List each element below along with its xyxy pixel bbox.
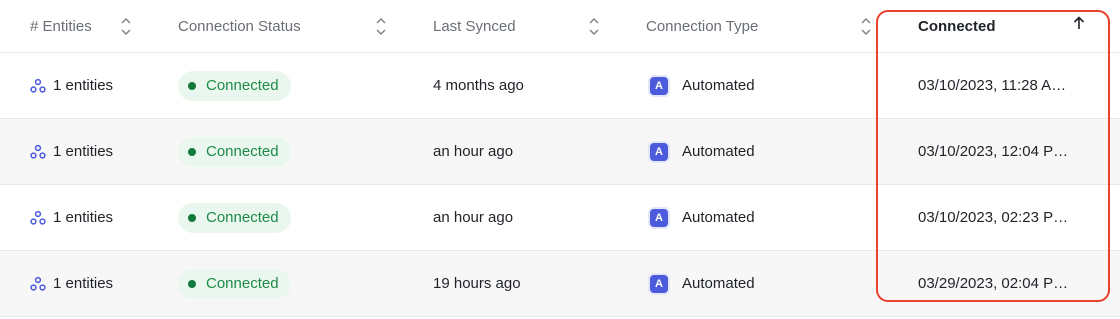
automated-type-icon: A xyxy=(650,142,668,161)
status-badge: Connected xyxy=(178,70,291,101)
column-header-type[interactable]: Connection Type xyxy=(646,0,758,52)
connected-cell: 03/10/2023, 12:04 P… xyxy=(918,119,1083,184)
last-synced-value: an hour ago xyxy=(433,209,514,226)
entities-cell[interactable]: 1 entities xyxy=(30,119,113,184)
connected-date: 03/29/2023, 02:04 P… xyxy=(918,275,1069,292)
type-cell: A Automated xyxy=(650,251,755,316)
type-cell: A Automated xyxy=(650,185,755,250)
connected-cell: 03/10/2023, 02:23 P… xyxy=(918,185,1083,250)
status-badge: Connected xyxy=(178,268,291,299)
last-synced-value: an hour ago xyxy=(433,143,514,160)
table-body: 1 entities Connected 4 months ago A Auto… xyxy=(0,53,1120,317)
connected-date: 03/10/2023, 11:28 A… xyxy=(918,77,1067,94)
arrow-up-icon[interactable] xyxy=(1073,16,1087,34)
entities-cell[interactable]: 1 entities xyxy=(30,251,113,316)
table-row[interactable]: 1 entities Connected an hour ago A Autom… xyxy=(0,119,1120,185)
table-row[interactable]: 1 entities Connected 19 hours ago A Auto… xyxy=(0,251,1120,317)
automated-type-icon: A xyxy=(650,274,668,293)
status-dot-icon xyxy=(188,279,196,288)
last-synced-value: 4 months ago xyxy=(433,77,524,94)
column-header-status[interactable]: Connection Status xyxy=(178,0,301,52)
last-synced-cell: an hour ago xyxy=(433,185,513,250)
connections-table: # Entities Connection Status Last Synced… xyxy=(0,0,1120,317)
type-cell: A Automated xyxy=(650,119,755,184)
status-cell: Connected xyxy=(178,251,291,316)
sort-status-icon[interactable] xyxy=(374,11,388,41)
status-label: Connected xyxy=(206,143,279,160)
last-synced-cell: an hour ago xyxy=(433,119,513,184)
sort-entities-icon[interactable] xyxy=(119,11,133,41)
entities-cell[interactable]: 1 entities xyxy=(30,53,113,118)
column-header-last-synced-label: Last Synced xyxy=(433,17,516,35)
sort-last-synced-icon[interactable] xyxy=(587,11,601,41)
column-header-connected[interactable]: Connected xyxy=(918,0,996,52)
column-header-status-label: Connection Status xyxy=(178,17,301,35)
type-label: Automated xyxy=(682,77,755,94)
column-header-type-label: Connection Type xyxy=(646,17,759,35)
type-label: Automated xyxy=(682,143,755,160)
status-cell: Connected xyxy=(178,53,291,118)
column-header-entities[interactable]: # Entities xyxy=(30,0,92,52)
entities-icon xyxy=(30,210,46,225)
connected-cell: 03/10/2023, 11:28 A… xyxy=(918,53,1083,118)
status-label: Connected xyxy=(206,209,279,226)
status-cell: Connected xyxy=(178,185,291,250)
type-cell: A Automated xyxy=(650,53,755,118)
connected-date: 03/10/2023, 12:04 P… xyxy=(918,143,1069,160)
entities-count: 1 entities xyxy=(53,275,114,292)
entities-count: 1 entities xyxy=(53,77,114,94)
column-header-connected-label: Connected xyxy=(918,17,996,35)
last-synced-cell: 19 hours ago xyxy=(433,251,521,316)
sort-type-icon[interactable] xyxy=(859,11,873,41)
last-synced-cell: 4 months ago xyxy=(433,53,524,118)
entities-icon xyxy=(30,78,46,93)
automated-type-icon: A xyxy=(650,208,668,227)
status-label: Connected xyxy=(206,77,279,94)
entities-icon xyxy=(30,276,46,291)
entities-count: 1 entities xyxy=(53,143,114,160)
status-badge: Connected xyxy=(178,202,291,233)
status-dot-icon xyxy=(188,213,196,222)
type-label: Automated xyxy=(682,275,755,292)
automated-type-icon: A xyxy=(650,76,668,95)
status-label: Connected xyxy=(206,275,279,292)
column-header-entities-label: # Entities xyxy=(30,17,92,35)
type-label: Automated xyxy=(682,209,755,226)
table-header: # Entities Connection Status Last Synced… xyxy=(0,0,1120,53)
column-header-last-synced[interactable]: Last Synced xyxy=(433,0,516,52)
entities-icon xyxy=(30,144,46,159)
connected-date: 03/10/2023, 02:23 P… xyxy=(918,209,1069,226)
status-badge: Connected xyxy=(178,136,291,167)
status-dot-icon xyxy=(188,81,196,90)
table-row[interactable]: 1 entities Connected 4 months ago A Auto… xyxy=(0,53,1120,119)
connected-cell: 03/29/2023, 02:04 P… xyxy=(918,251,1083,316)
status-cell: Connected xyxy=(178,119,291,184)
entities-count: 1 entities xyxy=(53,209,114,226)
table-row[interactable]: 1 entities Connected an hour ago A Autom… xyxy=(0,185,1120,251)
status-dot-icon xyxy=(188,147,196,156)
last-synced-value: 19 hours ago xyxy=(433,275,521,292)
entities-cell[interactable]: 1 entities xyxy=(30,185,113,250)
